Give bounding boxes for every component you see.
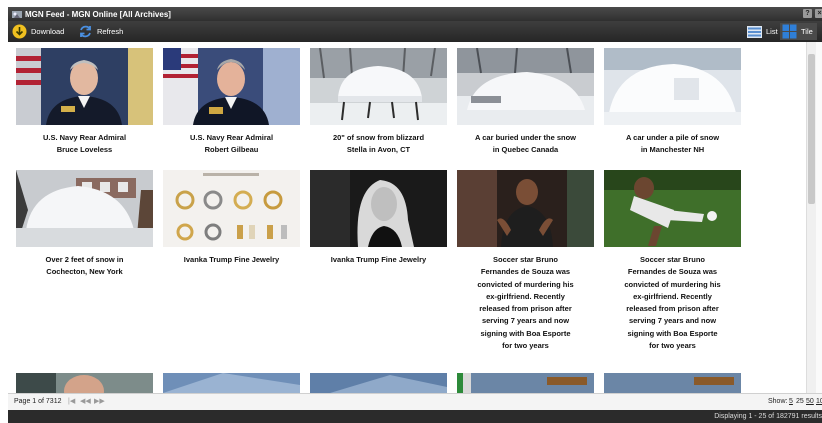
tile-grid: U.S. Navy Rear Admiral Bruce Loveless U.… (8, 42, 806, 393)
download-icon (12, 24, 27, 39)
next-page-icon[interactable]: ▶▶ (94, 397, 105, 405)
thumbnail-image[interactable] (604, 373, 741, 393)
tile-item[interactable] (163, 373, 300, 393)
thumbnail-image[interactable] (163, 170, 300, 247)
show-label: Show: (768, 398, 788, 405)
tile-label: Tile (801, 27, 813, 36)
help-icon[interactable]: ? (803, 9, 812, 18)
thumbnail-image[interactable] (604, 48, 741, 125)
prev-page-icon[interactable]: ◀◀ (80, 397, 91, 405)
refresh-label: Refresh (97, 27, 124, 36)
thumbnail-image[interactable] (163, 48, 300, 125)
download-button[interactable]: Download (12, 23, 64, 40)
tile-caption: Ivanka Trump Fine Jewelry (183, 255, 280, 264)
tile-caption: Ivanka Trump Fine Jewelry (330, 255, 427, 264)
tile-caption: Soccer star Bruno Fernandes de Souza was… (477, 255, 574, 351)
page-size-100[interactable]: 10 (816, 398, 822, 405)
thumbnail-image[interactable] (163, 373, 300, 393)
tile-caption: Over 2 feet of snow in Cochecton, New Yo… (45, 255, 124, 277)
pagination-bar: Page 1 of 7312 |◀ ◀◀ ▶▶ Show: 5 25 50 10 (8, 393, 822, 410)
thumbnail-image[interactable] (310, 48, 447, 125)
thumbnail-image[interactable] (457, 373, 594, 393)
thumbnail-image[interactable] (604, 170, 741, 247)
thumbnail-image[interactable] (310, 373, 447, 393)
refresh-icon (80, 25, 91, 38)
tile-caption: U.S. Navy Rear Admiral Bruce Loveless (42, 133, 127, 155)
list-view-icon (747, 25, 762, 38)
page-size-25[interactable]: 25 (796, 398, 804, 405)
page-indicator: Page 1 of 7312 (14, 398, 62, 405)
tile-view-button[interactable]: Tile (780, 23, 817, 40)
tile-item[interactable] (604, 373, 741, 393)
page-size-5[interactable]: 5 (789, 398, 793, 405)
tile-caption: A car under a pile of snow in Manchester… (625, 133, 720, 155)
thumbnail-image[interactable] (457, 170, 594, 247)
window-title: MGN Feed - MGN Online [All Archives] (25, 9, 171, 19)
list-view-button[interactable]: List (747, 23, 778, 40)
page-size-50[interactable]: 50 (806, 398, 814, 405)
tile-caption: A car buried under the snow in Quebec Ca… (475, 133, 576, 155)
tile-caption: U.S. Navy Rear Admiral Robert Gilbeau (189, 133, 274, 155)
tile-caption: Soccer star Bruno Fernandes de Souza was… (624, 255, 721, 351)
side-panel-edge (816, 42, 822, 393)
scrollbar-thumb[interactable] (808, 54, 815, 204)
tile-caption: 20" of snow from blizzard Stella in Avon… (332, 133, 425, 155)
vertical-scrollbar[interactable] (806, 42, 816, 393)
thumbnail-image[interactable] (16, 48, 153, 125)
thumbnail-image[interactable] (457, 48, 594, 125)
refresh-button[interactable]: Refresh (78, 23, 123, 40)
tile-view-icon (782, 24, 797, 39)
results-count: Displaying 1 - 25 of 182791 results (714, 413, 822, 420)
status-bar: Displaying 1 - 25 of 182791 results (8, 410, 822, 423)
window-titlebar: MGN Feed - MGN Online [All Archives] ? × (8, 7, 822, 21)
download-label: Download (31, 27, 65, 36)
toolbar: Download Refresh List Tile (8, 21, 822, 42)
first-page-icon[interactable]: |◀ (68, 397, 75, 405)
thumbnail-image[interactable] (16, 373, 153, 393)
thumbnail-image[interactable] (310, 170, 447, 247)
close-icon[interactable]: × (815, 9, 822, 18)
thumbnail-image[interactable] (16, 170, 153, 247)
list-label: List (766, 27, 778, 36)
tile-item[interactable] (457, 373, 594, 393)
app-icon (12, 11, 22, 18)
tile-item[interactable] (310, 373, 447, 393)
tile-item[interactable] (16, 373, 153, 393)
